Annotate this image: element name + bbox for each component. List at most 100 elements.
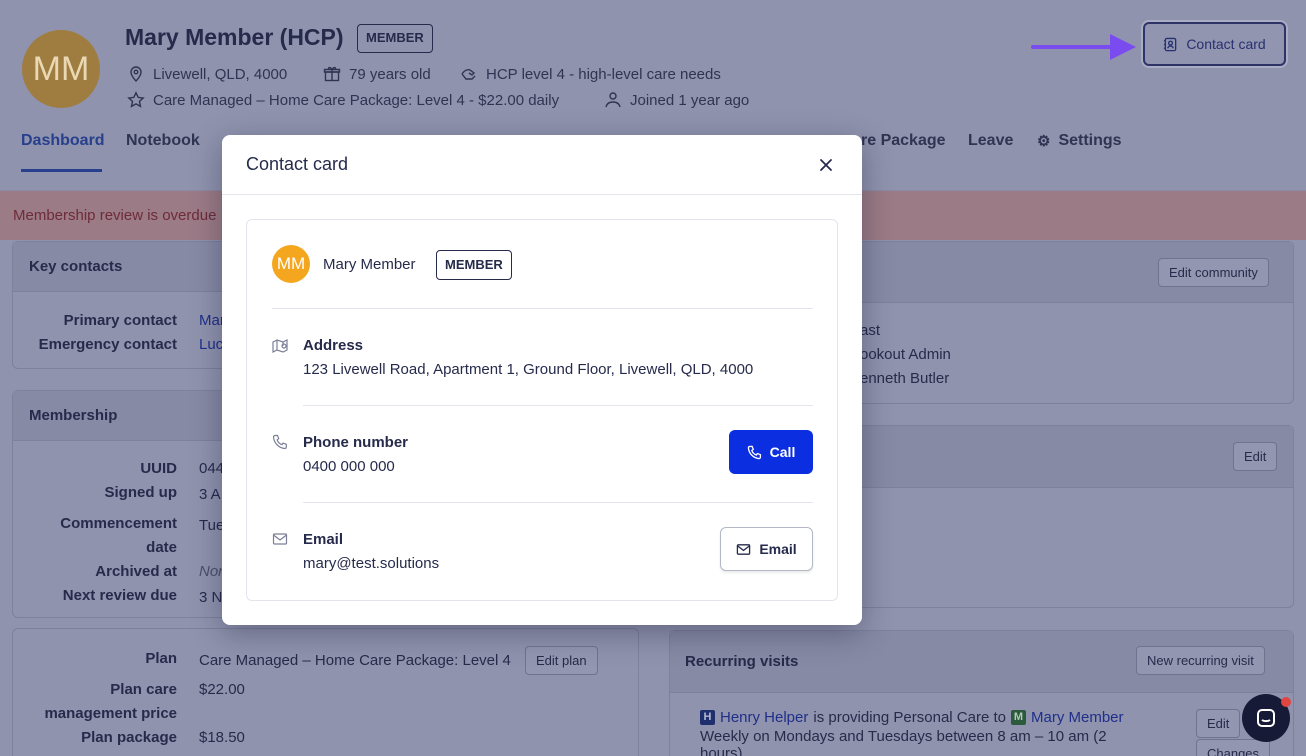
gift-icon [323, 66, 341, 82]
call-label: Call [769, 444, 796, 460]
signed-up-label: Signed up [104, 484, 178, 501]
plan-package-label: Plan package [81, 729, 177, 746]
visit-changes-button[interactable]: Changes [1196, 739, 1271, 756]
helper-link[interactable]: Henry Helper [720, 709, 808, 726]
email-button-label: Email [759, 541, 797, 557]
edit-plan-button[interactable]: Edit plan [525, 646, 598, 675]
community-line: enneth Butler [860, 370, 950, 387]
recurring-visits-title: Recurring visits [685, 653, 799, 670]
star-icon [127, 91, 145, 108]
mail-icon [272, 533, 288, 545]
visit-schedule: Weekly on Mondays and Tuesdays between 8… [700, 728, 1107, 745]
close-icon [820, 159, 832, 171]
visit-description: H Henry Helper is providing Personal Car… [700, 709, 1124, 726]
uuid-value: 044 [199, 460, 225, 477]
plan-package-value: $18.50 [199, 729, 245, 746]
care-level-meta: HCP level 4 - high-level care needs [460, 65, 721, 83]
visit-schedule-cont: hours) [700, 745, 743, 756]
age-text: 79 years old [349, 65, 431, 83]
joined-meta: Joined 1 year ago [604, 91, 749, 109]
tab-leave[interactable]: Leave [968, 132, 1013, 150]
community-line: ast [860, 322, 881, 339]
package-meta: Care Managed – Home Care Package: Level … [127, 91, 559, 109]
avatar: MM [22, 30, 100, 108]
care-icon [461, 69, 476, 80]
map-icon [272, 339, 288, 353]
contact-card-icon [1164, 37, 1177, 51]
age-meta: 79 years old [323, 65, 431, 83]
active-tab-indicator [21, 169, 102, 172]
phone-value: 0400 000 000 [303, 458, 395, 475]
call-button[interactable]: Call [729, 430, 813, 474]
commencement-label: Commencement [60, 515, 177, 532]
visit-middle-text: is providing Personal Care to [813, 709, 1006, 726]
chat-icon [1257, 709, 1275, 727]
member-link[interactable]: Mary Member [1031, 709, 1124, 726]
modal-header: Contact card [222, 135, 862, 195]
plan-care-label: Plan care [110, 681, 177, 698]
archived-at-label: Archived at [95, 563, 177, 580]
contact-card: MM Mary Member MEMBER Address 123 Livewe… [246, 219, 838, 601]
plan-panel: Plan Care Managed – Home Care Package: L… [12, 628, 639, 756]
emergency-contact-value[interactable]: Luc [199, 336, 223, 353]
address-label: Address [303, 337, 364, 354]
helper-badge-icon: H [700, 710, 715, 725]
divider [303, 502, 813, 503]
key-contacts-title: Key contacts [29, 258, 123, 275]
package-text: Care Managed – Home Care Package: Level … [153, 91, 560, 109]
next-review-label: Next review due [62, 587, 177, 604]
contact-card-modal: Contact card MM Mary Member MEMBER Addre… [222, 135, 862, 625]
joined-text: Joined 1 year ago [630, 91, 750, 109]
email-label: Email [303, 531, 344, 548]
member-badge: MEMBER [357, 24, 433, 53]
phone-icon [747, 445, 761, 459]
tab-dashboard[interactable]: Dashboard [21, 132, 105, 150]
membership-title: Membership [29, 407, 118, 424]
joined-icon [605, 92, 621, 108]
edit-button[interactable]: Edit [1233, 442, 1278, 471]
plan-care-value: $22.00 [199, 681, 245, 698]
primary-contact-value[interactable]: Mar [199, 312, 225, 329]
avatar: MM [272, 245, 310, 283]
email-value: mary@test.solutions [303, 555, 440, 572]
close-button[interactable] [815, 154, 837, 176]
phone-label: Phone number [303, 434, 409, 451]
divider [303, 405, 813, 406]
tab-care-package[interactable]: re Package [861, 132, 946, 150]
page-title: Mary Member (HCP) [125, 24, 344, 50]
edit-community-button[interactable]: Edit community [1158, 258, 1269, 287]
arrow-icon [1031, 34, 1136, 60]
care-level-text: HCP level 4 - high-level care needs [486, 65, 721, 83]
recurring-visits-header: Recurring visits New recurring visit [670, 631, 1293, 693]
primary-contact-label: Primary contact [63, 312, 177, 329]
plan-management-label: management price [44, 705, 177, 722]
mail-icon [737, 543, 751, 555]
tab-notebook[interactable]: Notebook [126, 132, 200, 150]
recurring-visits-panel: Recurring visits New recurring visit H H… [669, 630, 1294, 756]
commencement-date-label: date [146, 539, 177, 556]
contact-card-label: Contact card [1186, 36, 1266, 52]
next-review-value: 3 N [199, 589, 223, 606]
plan-label: Plan [145, 650, 177, 667]
member-badge-icon: M [1010, 710, 1026, 725]
new-recurring-visit-button[interactable]: New recurring visit [1136, 646, 1265, 675]
visit-edit-button[interactable]: Edit [1196, 709, 1241, 738]
contact-name: Mary Member [323, 256, 416, 273]
settings-icon: ⚙ [1037, 133, 1051, 150]
modal-title: Contact card [246, 154, 349, 174]
tab-settings[interactable]: ⚙ Settings [1037, 132, 1122, 150]
tab-settings-label: Settings [1058, 132, 1122, 149]
banner-text: Membership review is overdue [13, 207, 217, 224]
location-icon [130, 66, 142, 82]
phone-icon [272, 434, 287, 450]
location-text: Livewell, QLD, 4000 [153, 65, 288, 83]
address-value: 123 Livewell Road, Apartment 1, Ground F… [303, 361, 754, 378]
plan-value: Care Managed – Home Care Package: Level … [199, 652, 511, 669]
email-button[interactable]: Email [720, 527, 813, 571]
community-line: ookout Admin [860, 346, 951, 363]
contact-card-button[interactable]: Contact card [1143, 22, 1286, 66]
member-badge: MEMBER [436, 250, 512, 280]
emergency-contact-label: Emergency contact [38, 336, 177, 353]
signed-up-value: 3 A [199, 486, 221, 503]
divider [272, 308, 813, 309]
